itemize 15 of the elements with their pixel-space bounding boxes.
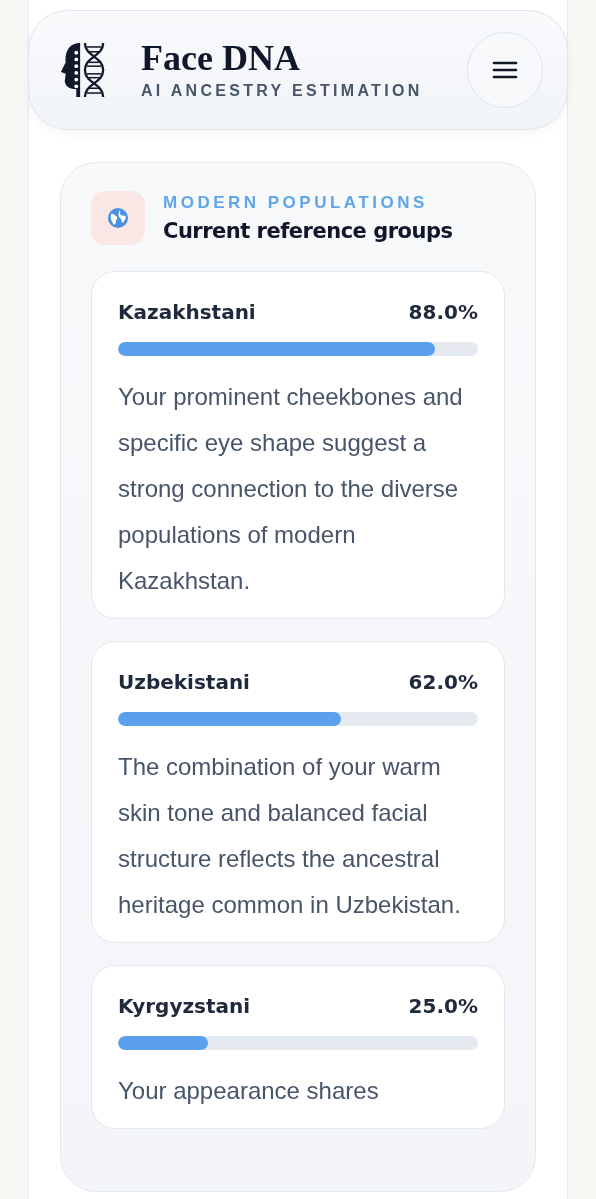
app-title: Face DNA xyxy=(141,40,300,76)
group-percent: 25.0% xyxy=(408,994,478,1018)
section-eyebrow: MODERN POPULATIONS xyxy=(163,193,428,213)
globe-icon xyxy=(91,191,145,245)
menu-icon xyxy=(492,61,518,79)
app-subtitle: AI ANCESTRY ESTIMATION xyxy=(141,82,423,100)
group-percent: 88.0% xyxy=(408,300,478,324)
group-name: Uzbekistani xyxy=(118,670,250,694)
group-description: Your prominent cheekbones and specific eye shape suggest a strong connection to the diverse populations of modern Kazakhstan. xyxy=(118,382,464,596)
group-percent: 62.0% xyxy=(408,670,478,694)
group-description: Your appearance shares xyxy=(118,1076,380,1106)
group-name: Kyrgyzstani xyxy=(118,994,251,1018)
group-description: The combination of your warm skin tone and balanced facial structure reflects the ancestral heritage common in Uzbekistan. xyxy=(118,752,462,920)
group-name: Kazakhstani xyxy=(118,300,256,324)
section-title: Current reference groups xyxy=(163,219,453,243)
